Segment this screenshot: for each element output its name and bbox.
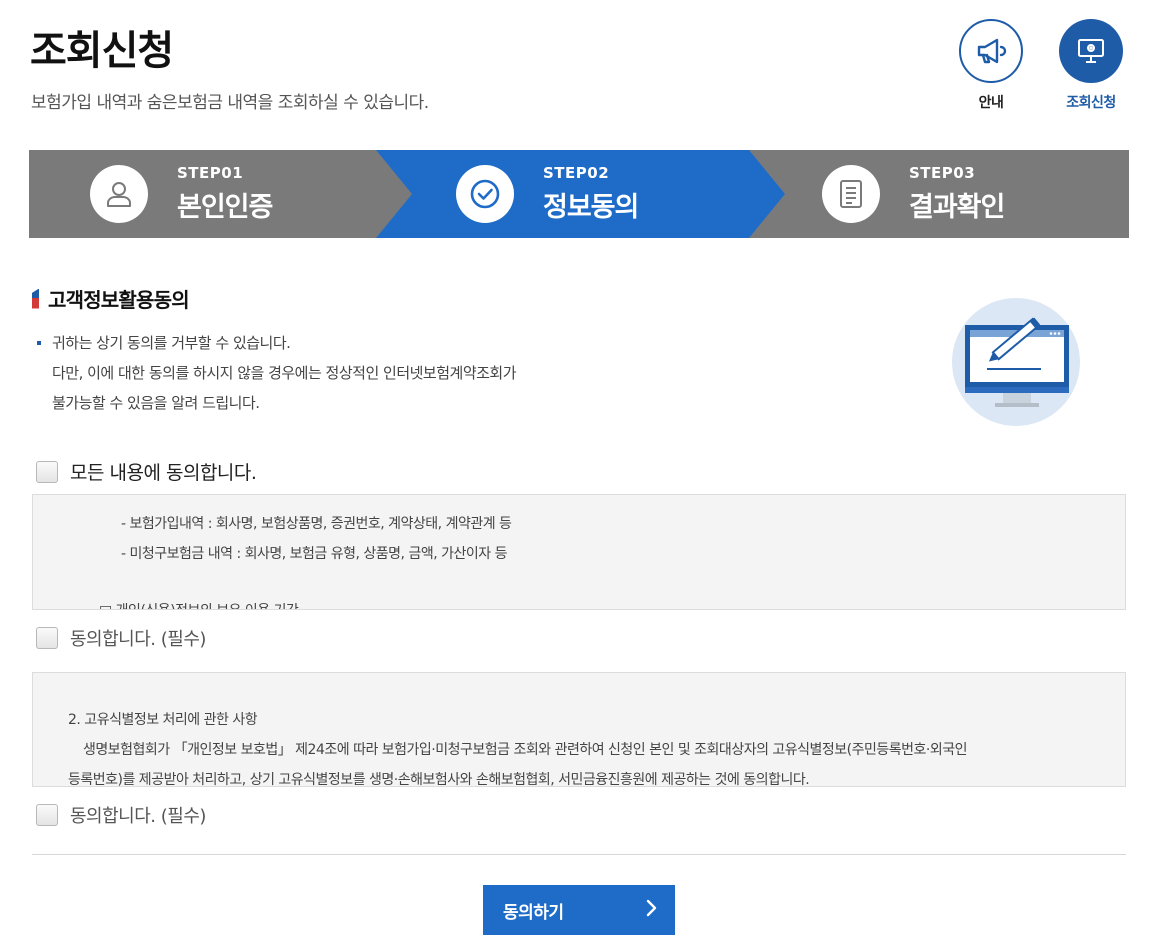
divider (32, 854, 1126, 855)
user-icon (90, 165, 148, 223)
step-3-name: 결과확인 (909, 192, 1005, 223)
notice-line: 다만, 이에 대한 동의를 하시지 않을 경우에는 정상적인 인터넷보험계약조회… (52, 364, 517, 382)
step-progress: STEP01 본인인증 STEP02 정보동의 STEP03 결과확인 (29, 150, 1129, 238)
terms-line: □ 개인(신용)정보의 보유·이용 기간 (99, 600, 299, 609)
agree-terms-1-label: 동의합니다. (필수) (70, 629, 206, 650)
step-2-number: STEP02 (543, 164, 610, 182)
step-1: STEP01 본인인증 (90, 150, 273, 238)
inquiry-button-label: 조회신청 (1066, 95, 1116, 111)
terms-line: - 보험가입내역 : 회사명, 보험상품명, 증권번호, 계약상태, 계약관계 … (121, 516, 512, 532)
notice-line: 귀하는 상기 동의를 거부할 수 있습니다. (36, 328, 516, 358)
monitor-icon (1059, 19, 1123, 83)
agree-all-label: 모든 내용에 동의합니다. (70, 462, 257, 484)
step-2: STEP02 정보동의 (456, 150, 639, 238)
guide-button[interactable]: 안내 (959, 19, 1023, 112)
agree-terms-2-checkbox[interactable]: 동의합니다. (필수) (36, 802, 206, 828)
agree-terms-2-label: 동의합니다. (필수) (70, 806, 206, 827)
document-icon (822, 165, 880, 223)
notice-line: 불가능할 수 있음을 알려 드립니다. (52, 394, 260, 412)
agree-terms-1-checkbox[interactable]: 동의합니다. (필수) (36, 625, 206, 651)
megaphone-icon (959, 19, 1023, 83)
notice-text: 귀하는 상기 동의를 거부할 수 있습니다. 다만, 이에 대한 동의를 하시지… (36, 328, 517, 418)
step-1-name: 본인인증 (177, 192, 273, 223)
terms-heading: 2. 고유식별정보 처리에 관한 사항 (68, 712, 258, 728)
page-title: 조회신청 (30, 28, 174, 74)
page-subtitle: 보험가입 내역과 숨은보험금 내역을 조회하실 수 있습니다. (31, 93, 429, 113)
agree-submit-button[interactable]: 동의하기 (483, 885, 675, 935)
checkbox-box[interactable] (36, 627, 58, 649)
terms-box-2[interactable]: 2. 고유식별정보 처리에 관한 사항 생명보험협회가 「개인정보 보호법」 제… (32, 672, 1126, 787)
checkbox-box[interactable] (36, 460, 58, 483)
inquiry-button[interactable]: 조회신청 (1059, 19, 1123, 112)
guide-button-label: 안내 (978, 95, 1004, 111)
terms-line: 생명보험협회가 「개인정보 보호법」 제24조에 따라 보험가입·미청구보험금 … (83, 742, 968, 758)
terms-line: - 미청구보험금 내역 : 회사명, 보험금 유형, 상품명, 금액, 가산이자… (121, 546, 507, 562)
section-marker-icon (32, 288, 39, 309)
section-title-text: 고객정보활용동의 (48, 288, 190, 312)
check-circle-icon (456, 165, 514, 223)
checkbox-box[interactable] (36, 804, 58, 826)
monitor-pen-illustration (952, 298, 1080, 426)
terms-box-1[interactable]: - 보험가입내역 : 회사명, 보험상품명, 증권번호, 계약상태, 계약관계 … (32, 494, 1126, 610)
step-1-number: STEP01 (177, 164, 244, 182)
section-title: 고객정보활용동의 (32, 284, 190, 313)
agree-submit-label: 동의하기 (503, 902, 564, 923)
agree-all-checkbox[interactable]: 모든 내용에 동의합니다. (36, 458, 257, 485)
chevron-right-icon (645, 899, 657, 921)
step-3-number: STEP03 (909, 164, 976, 182)
terms-line: 등록번호)를 제공받아 처리하고, 상기 고유식별정보를 생명·손해보험사와 손… (68, 772, 810, 787)
step-3: STEP03 결과확인 (822, 150, 1005, 238)
step-2-name: 정보동의 (543, 192, 639, 223)
